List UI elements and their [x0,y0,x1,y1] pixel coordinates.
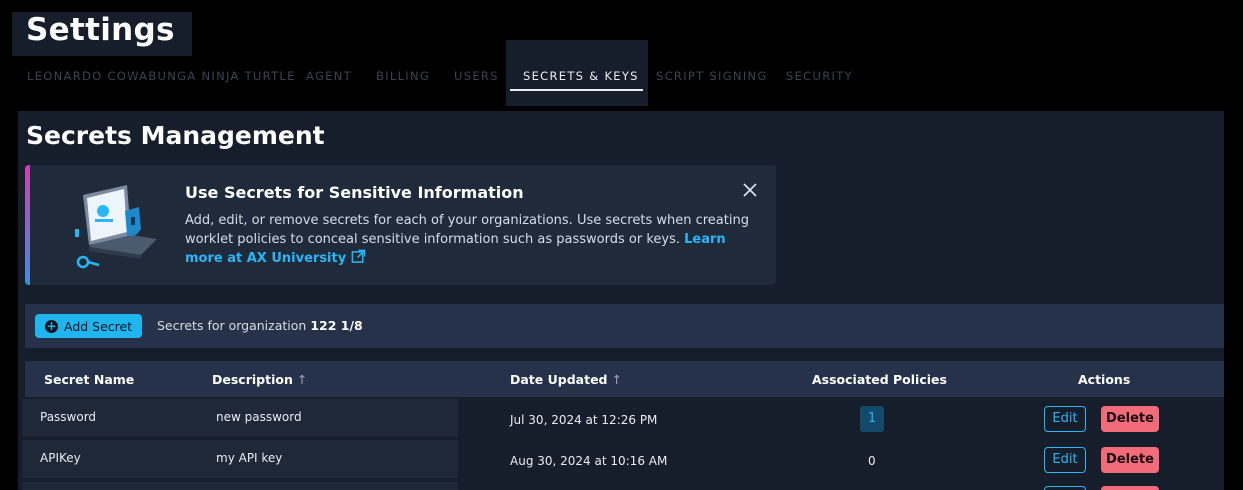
tab-security[interactable]: SECURITY [786,69,853,83]
banner-body: Add, edit, or remove secrets for each of… [185,213,749,247]
secret-description: new password [216,410,302,424]
plus-circle-icon: + [45,318,58,333]
tab-secrets-and-keys[interactable]: SECRETS & KEYS [523,69,639,83]
column-date-updated[interactable]: Date Updated ↑ [510,372,622,387]
table-row: APIKey my API key Aug 30, 2024 at 10:16 … [22,440,1224,478]
delete-button[interactable]: Delete [1101,447,1159,473]
laptop-lock-illustration-icon [75,185,157,269]
tab-users[interactable]: USERS [454,69,499,83]
tab-billing[interactable]: BILLING [376,69,430,83]
external-link-icon [351,249,366,263]
column-description[interactable]: Description ↑ [212,372,307,387]
associated-policies-link[interactable]: 1 [860,406,884,432]
secret-name: APIKey [40,451,81,465]
table-row-partial [22,482,1224,490]
column-secret-name[interactable]: Secret Name [44,372,134,387]
sort-arrow-icon: ↑ [611,372,622,387]
date-updated: Aug 30, 2024 at 10:16 AM [510,454,668,468]
edit-button[interactable]: Edit [1044,447,1086,473]
organization-info: Secrets for organization 122 1/8 [157,318,363,333]
associated-policies-count: 0 [868,454,876,468]
table-header: Secret Name Description ↑ Date Updated ↑ A… [25,361,1224,397]
banner-accent-stripe [25,165,30,285]
organization-prefix: Secrets for organization [157,318,307,333]
column-associated-policies: Associated Policies [812,372,947,387]
secret-name: Password [40,410,97,424]
tab-script-signing[interactable]: SCRIPT SIGNING [656,69,768,83]
organization-value: 122 1/8 [310,318,363,333]
sort-arrow-icon: ↑ [296,372,308,387]
close-icon[interactable] [741,181,759,199]
add-secret-label: Add Secret [64,318,133,334]
banner-title: Use Secrets for Sensitive Information [185,183,524,202]
section-title: Secrets Management [26,121,325,150]
secret-description: my API key [216,451,283,465]
delete-button[interactable]: Delete [1101,406,1159,432]
secrets-toolbar: + Add Secret Secrets for organization 12… [25,304,1224,348]
tab-organization[interactable]: LEONARDO COWABUNGA NINJA TURTLE [27,69,296,83]
active-tab-underline [510,89,643,91]
date-updated: Jul 30, 2024 at 12:26 PM [510,413,658,427]
info-banner: Use Secrets for Sensitive Information Ad… [25,165,776,285]
edit-button[interactable]: Edit [1044,406,1086,432]
settings-tabs: LEONARDO COWABUNGA NINJA TURTLE AGENT BI… [18,40,918,106]
add-secret-button[interactable]: + Add Secret [35,314,142,338]
banner-text: Add, edit, or remove secrets for each of… [185,211,760,268]
table-row: Password new password Jul 30, 2024 at 12… [22,399,1224,437]
column-actions: Actions [1078,372,1131,387]
tab-agent[interactable]: AGENT [306,69,352,83]
